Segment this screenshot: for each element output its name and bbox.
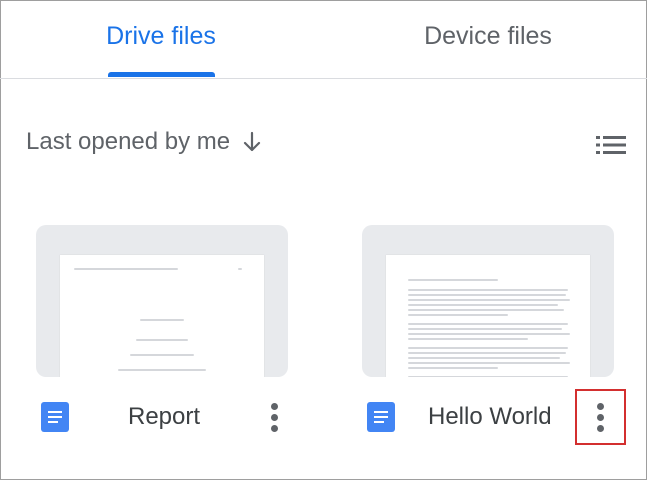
tab-drive-files-label: Drive files [106, 22, 216, 50]
docs-icon [41, 402, 69, 432]
tab-device-files-label: Device files [424, 22, 552, 50]
arrow-down-icon[interactable] [242, 131, 262, 153]
highlight-box [575, 389, 626, 445]
list-view-icon[interactable] [596, 134, 626, 156]
sort-label: Last opened by me [26, 128, 231, 155]
document-preview [386, 255, 590, 377]
file-name-report[interactable]: Report [128, 403, 200, 431]
tab-drive-files[interactable]: Drive files [60, 0, 262, 78]
docs-icon [367, 402, 395, 432]
sort-control[interactable]: Last opened by me [26, 128, 262, 156]
tab-device-files[interactable]: Device files [380, 0, 596, 78]
file-thumbnail-report[interactable] [36, 225, 288, 377]
more-vert-icon[interactable] [269, 401, 279, 435]
file-thumbnail-hello-world[interactable] [362, 225, 614, 377]
file-name-hello-world[interactable]: Hello World [428, 403, 552, 431]
tab-bar: Drive files Device files [0, 0, 647, 79]
active-tab-indicator [108, 72, 215, 77]
document-preview [60, 255, 264, 377]
